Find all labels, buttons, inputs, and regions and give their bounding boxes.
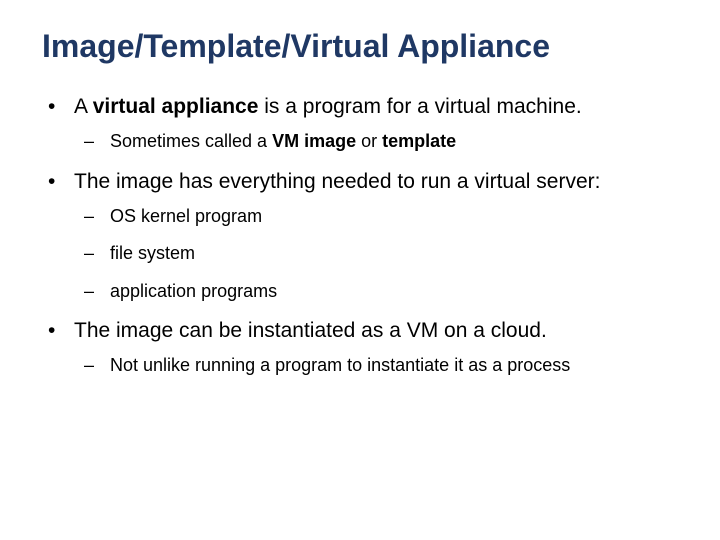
- bullet-text: The image has everything needed to run a…: [74, 168, 678, 195]
- bullet-text: file system: [110, 242, 678, 265]
- bullet-level2: – OS kernel program: [84, 205, 678, 228]
- bullet-marker-l2: –: [84, 205, 110, 228]
- bullet-marker-l2: –: [84, 354, 110, 377]
- bullet-marker-l1: •: [48, 317, 74, 344]
- text-bold: template: [382, 131, 456, 151]
- bullet-group-2: • The image has everything needed to run…: [48, 168, 678, 303]
- bullet-level2: – Not unlike running a program to instan…: [84, 354, 678, 377]
- bullet-level1: • The image can be instantiated as a VM …: [48, 317, 678, 344]
- bullet-level2: – application programs: [84, 280, 678, 303]
- bullet-marker-l1: •: [48, 168, 74, 195]
- bullet-marker-l2: –: [84, 130, 110, 153]
- bullet-group-3: • The image can be instantiated as a VM …: [48, 317, 678, 378]
- bullet-text: The image can be instantiated as a VM on…: [74, 317, 678, 344]
- text-bold: virtual appliance: [93, 95, 259, 118]
- bullet-text: application programs: [110, 280, 678, 303]
- bullet-level1: • The image has everything needed to run…: [48, 168, 678, 195]
- slide-title: Image/Template/Virtual Appliance: [42, 28, 678, 65]
- bullet-text: Sometimes called a VM image or template: [110, 130, 678, 153]
- bullet-text: Not unlike running a program to instanti…: [110, 354, 678, 377]
- bullet-level2: – Sometimes called a VM image or templat…: [84, 130, 678, 153]
- bullet-group-1: • A virtual appliance is a program for a…: [48, 93, 678, 154]
- text-segment: or: [356, 131, 382, 151]
- slide-content: • A virtual appliance is a program for a…: [48, 93, 678, 378]
- text-segment: A: [74, 95, 93, 118]
- bullet-marker-l1: •: [48, 93, 74, 120]
- bullet-marker-l2: –: [84, 242, 110, 265]
- bullet-level2: – file system: [84, 242, 678, 265]
- bullet-marker-l2: –: [84, 280, 110, 303]
- bullet-level1: • A virtual appliance is a program for a…: [48, 93, 678, 120]
- bullet-text: OS kernel program: [110, 205, 678, 228]
- text-segment: Sometimes called a: [110, 131, 272, 151]
- bullet-text: A virtual appliance is a program for a v…: [74, 93, 678, 120]
- text-bold: VM image: [272, 131, 356, 151]
- text-segment: is a program for a virtual machine.: [258, 95, 581, 118]
